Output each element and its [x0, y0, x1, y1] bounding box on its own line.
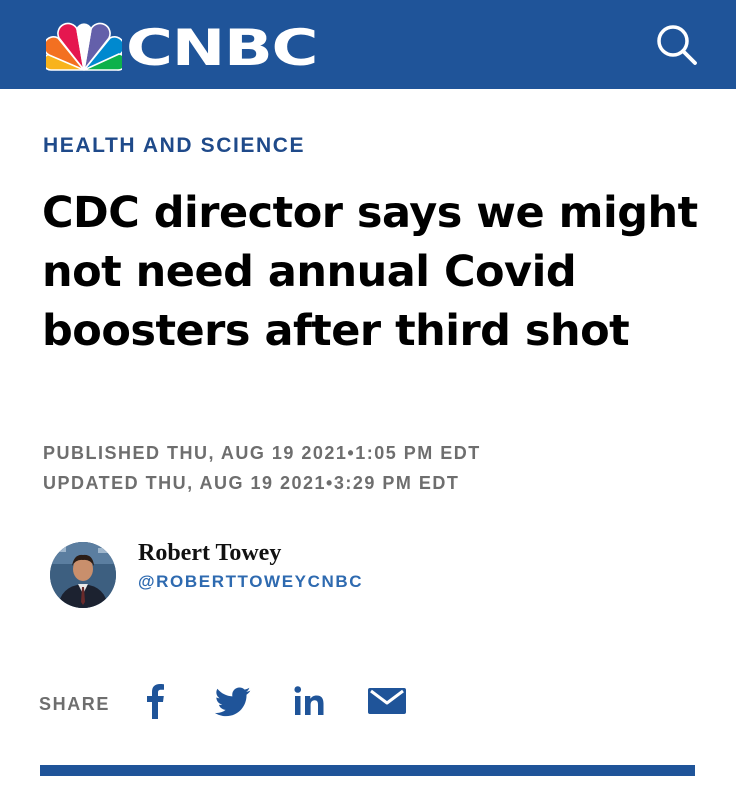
article-page: CNBC HEALTH AND SCIENCE CDC director say…: [0, 0, 736, 800]
share-label: SHARE: [39, 694, 111, 714]
section-divider: [40, 765, 695, 776]
author-photo-icon: [50, 542, 116, 608]
section-label[interactable]: HEALTH AND SCIENCE: [43, 134, 305, 158]
linkedin-icon: [294, 686, 324, 715]
facebook-icon: [147, 684, 164, 719]
author-avatar[interactable]: [50, 542, 116, 608]
updated-timestamp: UPDATED THU, AUG 19 2021•3:29 PM EDT: [43, 473, 460, 493]
article-headline: CDC director says we might not need annu…: [42, 188, 698, 356]
twitter-icon: [214, 687, 251, 717]
share-linkedin-button[interactable]: [291, 683, 331, 719]
search-icon: [657, 25, 697, 65]
author-name[interactable]: Robert Towey: [138, 540, 281, 567]
published-timestamp: PUBLISHED THU, AUG 19 2021•1:05 PM EDT: [43, 443, 481, 463]
author-twitter-handle[interactable]: @ROBERTTOWEYCNBC: [138, 572, 363, 592]
share-facebook-button[interactable]: [140, 683, 172, 719]
brand-wordmark: CNBC: [126, 19, 318, 77]
share-email-button[interactable]: [366, 685, 408, 717]
email-icon: [368, 688, 406, 714]
share-twitter-button[interactable]: [214, 683, 252, 719]
search-button[interactable]: [652, 20, 702, 70]
peacock-icon: [46, 22, 122, 71]
site-header: CNBC: [0, 0, 736, 89]
cnbc-logo[interactable]: CNBC: [46, 22, 318, 74]
